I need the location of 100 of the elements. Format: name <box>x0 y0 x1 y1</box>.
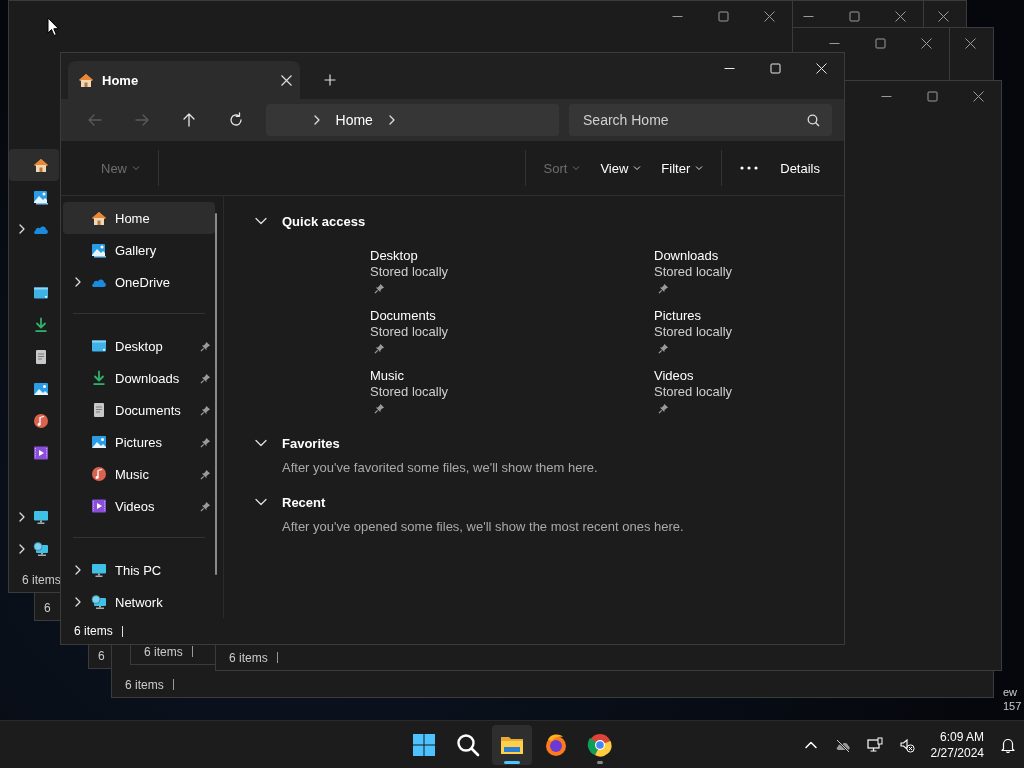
section-title: Favorites <box>282 435 340 451</box>
mouse-cursor-icon <box>47 17 60 37</box>
search-field[interactable]: Search Home <box>569 104 832 136</box>
maximize-icon[interactable] <box>926 90 938 102</box>
desktop-icon <box>33 285 49 301</box>
chevron-icon[interactable] <box>73 597 83 607</box>
folder-location: Stored locally <box>370 384 450 400</box>
folder-name[interactable]: Documents <box>370 308 654 324</box>
pictures-icon <box>33 381 49 397</box>
address-bar[interactable]: Home <box>265 104 559 136</box>
item-count: 6 <box>98 648 105 663</box>
download-icon <box>91 370 107 386</box>
network-icon <box>33 541 49 557</box>
chevron-icon[interactable] <box>73 277 83 287</box>
pin-icon <box>200 340 211 352</box>
chevron-icon[interactable] <box>17 224 27 234</box>
video-icon <box>91 498 107 514</box>
folder-location: Stored locally <box>654 324 734 340</box>
browser-icon[interactable] <box>587 731 613 758</box>
maximize-icon[interactable] <box>717 10 729 22</box>
chevron-icon[interactable] <box>17 544 27 554</box>
breadcrumb-item[interactable]: Home <box>335 112 373 128</box>
close-icon[interactable] <box>964 37 976 49</box>
folder-location: Stored locally <box>654 384 734 400</box>
tab[interactable]: Home <box>68 61 300 99</box>
desktop-icon-label: ew <box>1003 686 1018 699</box>
home-icon <box>33 157 49 173</box>
sidebar-item[interactable]: Gallery <box>63 234 215 266</box>
scrollbar[interactable] <box>215 213 217 575</box>
item-count: 6 items <box>125 677 164 692</box>
maximize-icon[interactable] <box>874 37 886 49</box>
item-count: 6 items <box>229 650 268 665</box>
chevron-icon[interactable] <box>17 512 27 522</box>
search-icon[interactable] <box>455 731 481 758</box>
pin-icon <box>200 404 211 416</box>
sidebar-item[interactable]: Home <box>63 202 215 234</box>
chevron-icon[interactable] <box>73 565 83 575</box>
close-icon[interactable] <box>972 90 984 102</box>
computer-icon <box>33 509 49 525</box>
sidebar-item[interactable]: Documents <box>63 394 215 426</box>
sidebar-item[interactable]: Videos <box>63 490 215 522</box>
close-icon[interactable] <box>920 37 932 49</box>
sidebar-item[interactable] <box>9 149 59 181</box>
empty-message: After you've opened some files, we'll show the most recent ones here. <box>282 519 684 534</box>
toolbar-button[interactable]: Filter <box>651 151 714 185</box>
video-icon <box>33 445 49 461</box>
music-icon <box>33 413 49 429</box>
sidebar-item[interactable]: Desktop <box>63 330 215 362</box>
document-icon <box>91 402 107 418</box>
search-icon[interactable] <box>807 114 820 127</box>
folder-location: Stored locally <box>654 264 734 280</box>
document-icon <box>33 349 49 365</box>
network-icon <box>91 594 107 610</box>
close-icon[interactable] <box>894 10 906 22</box>
bell-icon[interactable] <box>1000 736 1016 753</box>
folder-name[interactable]: Downloads <box>654 248 814 264</box>
toolbar-button[interactable]: Details <box>770 151 830 185</box>
item-count: 6 items <box>144 644 183 659</box>
folder-location: Stored locally <box>370 324 450 340</box>
sidebar-item[interactable]: Music <box>63 458 215 490</box>
computer-icon <box>91 562 107 578</box>
start-icon[interactable] <box>411 731 437 758</box>
item-count: 6 items <box>74 624 113 638</box>
section-title: Quick access <box>282 213 366 229</box>
toolbar-button[interactable]: View <box>590 151 652 185</box>
clock-date[interactable]: 2/27/2024 <box>930 744 984 761</box>
gallery-icon <box>91 242 107 258</box>
item-count: 6 <box>44 600 51 615</box>
more-options-icon[interactable] <box>740 166 759 170</box>
plus-icon[interactable] <box>324 74 336 86</box>
caret-icon[interactable] <box>695 164 704 172</box>
sidebar-item[interactable]: Downloads <box>63 362 215 394</box>
close-icon[interactable] <box>763 10 775 22</box>
speaker-muted-icon[interactable] <box>898 736 915 753</box>
sidebar-item[interactable]: This PC <box>63 554 215 586</box>
caret-icon[interactable] <box>633 164 642 172</box>
sidebar-item[interactable]: Network <box>63 586 215 618</box>
desktop-icon <box>91 338 107 354</box>
empty-message: After you've favorited some files, we'll show them here. <box>282 460 598 475</box>
network-wired-icon[interactable] <box>866 736 883 753</box>
pin-icon <box>200 372 211 384</box>
gallery-icon <box>33 189 49 205</box>
folder-name[interactable]: Desktop <box>370 248 654 264</box>
close-icon[interactable] <box>937 10 949 22</box>
desktop-icon-label: 157 <box>1003 700 1022 713</box>
folder-name[interactable]: Videos <box>654 368 814 384</box>
section-title: Recent <box>282 494 326 510</box>
sidebar-item[interactable]: OneDrive <box>63 266 215 298</box>
folder-name[interactable]: Pictures <box>654 308 814 324</box>
music-icon <box>91 466 107 482</box>
sidebar-item[interactable]: Pictures <box>63 426 215 458</box>
folder-location: Stored locally <box>370 264 450 280</box>
maximize-icon[interactable] <box>848 10 860 22</box>
folder-name[interactable]: Music <box>370 368 654 384</box>
pin-icon <box>200 500 211 512</box>
download-icon <box>33 317 49 333</box>
refresh-icon[interactable] <box>228 112 244 128</box>
clock-time[interactable]: 6:09 AM <box>939 728 984 745</box>
home-icon <box>91 210 107 226</box>
pin-icon <box>200 436 211 448</box>
